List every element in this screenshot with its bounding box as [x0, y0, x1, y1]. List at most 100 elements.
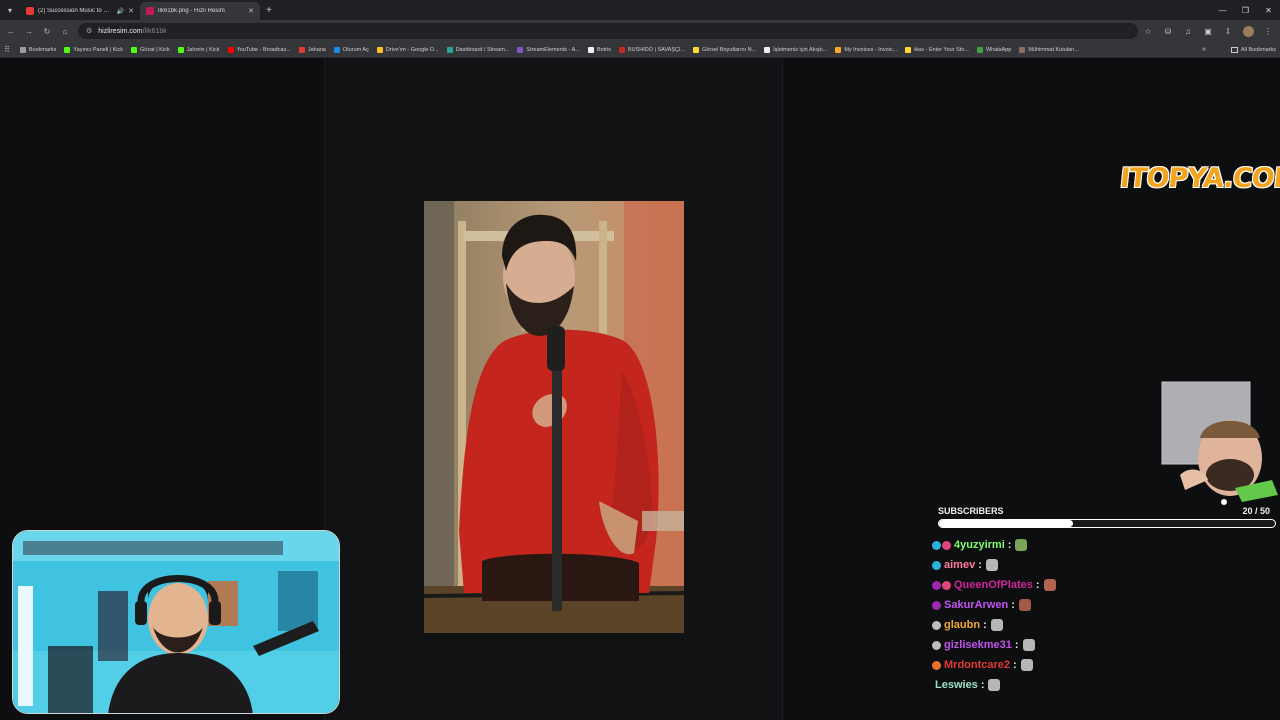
home-icon[interactable]: ⌂	[56, 22, 74, 40]
browser-tab[interactable]: lIk61bk.png - Hızlı Resim ✕	[140, 2, 260, 20]
bookmark-item[interactable]: Drive'ım - Google D...	[376, 46, 439, 53]
url-path: /lIk61bk	[142, 27, 167, 35]
profile-avatar[interactable]	[1240, 23, 1256, 39]
forward-icon[interactable]: →	[20, 22, 38, 40]
downloads-icon[interactable]: ⇩	[1220, 23, 1236, 39]
restore-icon[interactable]: ❐	[1234, 0, 1257, 20]
bookmark-item[interactable]: Botrix	[587, 46, 611, 53]
all-bookmarks-label: All Bookmarks	[1240, 46, 1276, 53]
bookmark-item[interactable]: Mühimmat Kutuları...	[1019, 46, 1079, 53]
address-bar[interactable]: ⚙ hizliresim.com/lIk61bk	[78, 23, 1138, 39]
chat-badges	[932, 640, 941, 650]
chat-emote-icon	[988, 679, 1001, 691]
extension-icon[interactable]: ⛁	[1160, 23, 1176, 39]
browser-tab[interactable]: (2) Succession Music to W... 🔊 ✕	[20, 2, 140, 20]
chat-separator: :	[1035, 579, 1040, 591]
site-info-icon[interactable]: ⚙	[86, 27, 92, 35]
bookmark-item[interactable]: Jahrein | Kick	[177, 46, 220, 53]
bookmark-item[interactable]: ikas - Enter Your Sto...	[905, 46, 969, 53]
bookmark-star-icon[interactable]: ☆	[1140, 23, 1156, 39]
bookmark-item[interactable]: Dashboard / Stream...	[446, 46, 510, 53]
bookmark-label: Gözat | Kick	[140, 46, 170, 53]
bookmark-favicon-icon	[618, 46, 625, 53]
browser-tab-strip: ▾ (2) Succession Music to W... 🔊 ✕ lIk61bk.…	[0, 0, 1280, 20]
chat-badges	[932, 580, 951, 590]
menu-icon[interactable]: ⋮	[1260, 23, 1276, 39]
chat-message: gizlisekme31:	[932, 635, 1272, 655]
tab-search-icon[interactable]: ▾	[0, 0, 20, 20]
chat-badges	[932, 620, 941, 630]
bookmark-item[interactable]: İşletmeniz için Akıştı...	[764, 46, 827, 53]
media-control-icon[interactable]: ♫	[1180, 23, 1196, 39]
chat-emote-icon	[1018, 599, 1031, 611]
close-window-icon[interactable]: ✕	[1257, 0, 1280, 20]
tab-title: lIk61bk.png - Hızlı Resim	[158, 8, 225, 14]
subscriber-goal-count: 20 / 50	[1242, 506, 1270, 516]
bookmark-label: Drive'ım - Google D...	[385, 46, 439, 53]
bookmark-item[interactable]: WhatsApp	[976, 46, 1012, 53]
browser-toolbar: ← → ↻ ⌂ ⚙ hizliresim.com/lIk61bk ☆ ⛁ ♫ ▣…	[0, 20, 1280, 42]
bookmark-favicon-icon	[835, 46, 842, 53]
all-bookmarks-button[interactable]: All Bookmarks	[1230, 46, 1276, 53]
bookmark-label: Botrix	[596, 46, 611, 53]
bookmark-item[interactable]: Oturum Aç	[333, 46, 369, 53]
tab-close-icon[interactable]: ✕	[128, 7, 134, 15]
bookmark-favicon-icon	[333, 46, 340, 53]
bookmark-favicon-icon	[177, 46, 184, 53]
viewed-image[interactable]	[424, 201, 684, 633]
chat-message: Mrdontcare2:	[932, 655, 1272, 675]
bookmark-favicon-icon	[693, 46, 700, 53]
chat-badge-icon	[932, 640, 941, 650]
more-bookmarks-icon[interactable]: »	[1202, 46, 1206, 53]
bookmark-label: Görsel Boyutlarını N...	[702, 46, 757, 53]
chat-badge-icon	[942, 540, 951, 550]
apps-icon[interactable]: ⠿	[4, 45, 10, 54]
chat-message: QueenOfPlates:	[932, 575, 1272, 595]
new-tab-button[interactable]: +	[266, 5, 272, 16]
subscriber-goal: SUBSCRIBERS 20 / 50	[938, 506, 1278, 528]
chat-emote-icon	[1022, 639, 1035, 651]
chat-separator: :	[983, 619, 987, 631]
bookmark-favicon-icon	[446, 46, 453, 53]
subscriber-progress-fill	[939, 520, 1074, 527]
bookmark-favicon-icon	[517, 46, 524, 53]
bookmark-favicon-icon	[376, 46, 383, 53]
tab-close-icon[interactable]: ✕	[248, 7, 254, 15]
bookmark-item[interactable]: Görsel Boyutlarını N...	[693, 46, 757, 53]
bookmark-item[interactable]: Jaharia	[298, 46, 326, 53]
bookmark-item[interactable]: Gözat | Kick	[131, 46, 170, 53]
reload-icon[interactable]: ↻	[38, 22, 56, 40]
bookmark-item[interactable]: Yayıncı Paneli | Kick	[64, 46, 124, 53]
chat-emote-icon	[1015, 539, 1028, 551]
bookmark-favicon-icon	[1019, 46, 1026, 53]
bookmark-label: ikas - Enter Your Sto...	[914, 46, 969, 53]
chat-message: aimev:	[932, 555, 1272, 575]
sidebar-icon[interactable]: ▣	[1200, 23, 1216, 39]
bookmark-item[interactable]: Bookmarks	[19, 46, 56, 53]
chat-message: Leswies:	[932, 675, 1272, 695]
bookmark-label: Dashboard / Stream...	[455, 46, 510, 53]
bookmark-label: Yayıncı Paneli | Kick	[73, 46, 124, 53]
sponsor-logo: ITOPYA.COM	[1118, 163, 1280, 194]
chat-badges	[932, 600, 941, 610]
tab-audio-icon[interactable]: 🔊	[117, 8, 124, 15]
back-icon[interactable]: ←	[2, 22, 20, 40]
bookmark-item[interactable]: My Invoices - Invoic...	[835, 46, 897, 53]
chat-username: Leswies	[935, 679, 978, 691]
bookmark-item[interactable]: YouTube - Broadcas...	[227, 46, 291, 53]
bookmark-favicon-icon	[905, 46, 912, 53]
chat-username: 4yuzyirmi	[954, 539, 1005, 551]
minimize-icon[interactable]: —	[1211, 0, 1234, 20]
bookmark-label: WhatsApp	[985, 46, 1012, 53]
chat-message: glaubn:	[932, 615, 1272, 635]
bookmark-favicon-icon	[131, 46, 138, 53]
chat-username: aimev	[944, 559, 976, 571]
chat-username: glaubn	[944, 619, 981, 631]
chat-emote-icon	[985, 559, 998, 571]
chat-overlay: 4yuzyirmi: aimev: QueenOfPlates: SakurArwen…	[932, 535, 1272, 695]
bookmark-label: Oturum Aç	[342, 46, 369, 53]
bookmarks-bar: ⠿ Bookmarks Yayıncı Paneli | Kick Gözat | …	[0, 42, 1280, 58]
bookmark-item[interactable]: StreamElements - A...	[517, 46, 580, 53]
bookmark-item[interactable]: BUSHIDO | SAVAŞÇI...	[618, 46, 685, 53]
chat-message: 4yuzyirmi:	[932, 535, 1272, 555]
